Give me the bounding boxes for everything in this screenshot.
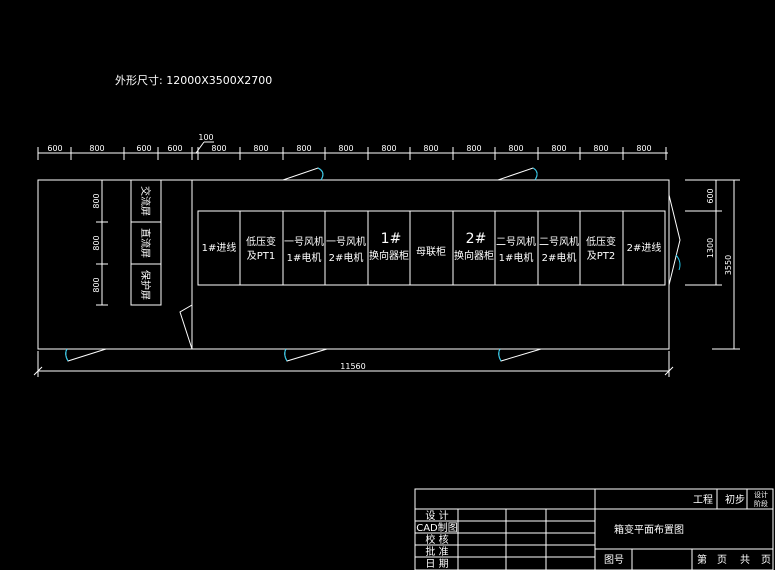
dim-label-100: 100 <box>198 133 213 142</box>
dim-label: 800 <box>423 144 438 153</box>
right-dim-label: 1300 <box>706 238 715 258</box>
cabinet-3-line2: 1#电机 <box>287 251 322 264</box>
cabinet-5-line1: 1# <box>381 231 402 247</box>
cabinet-8-line2: 1#电机 <box>499 251 534 264</box>
cabinet-2-line1: 低压变 <box>246 235 276 248</box>
cabinet-7-line2: 换向器柜 <box>454 249 494 262</box>
screen-dim-label: 800 <box>92 235 101 250</box>
cad-drawing-canvas: 外形尺寸: 12000X3500X2700 600 800 600 600 80… <box>0 0 775 570</box>
cabinet-6-label: 母联柜 <box>416 245 446 258</box>
screen-dim-label: 800 <box>92 277 101 292</box>
cabinet-10-line1: 低压变 <box>586 235 616 248</box>
right-dim-label: 3550 <box>724 255 733 275</box>
tb-page-c: 共 <box>740 554 750 566</box>
tb-row-label: CAD制图 <box>416 521 458 534</box>
tb-row-label: 批 准 <box>425 545 448 558</box>
dim-label: 800 <box>381 144 396 153</box>
dim-label: 600 <box>167 144 182 153</box>
cabinet-4-line2: 2#电机 <box>329 251 364 264</box>
dim-label: 800 <box>636 144 651 153</box>
dim-label: 800 <box>593 144 608 153</box>
cabinet-9-line1: 二号风机 <box>539 235 579 248</box>
overall-size-note: 外形尺寸: 12000X3500X2700 <box>115 73 272 87</box>
dim-label: 800 <box>253 144 268 153</box>
dim-label: 800 <box>551 144 566 153</box>
dim-label: 600 <box>136 144 151 153</box>
dim-label: 800 <box>89 144 104 153</box>
dim-label: 800 <box>466 144 481 153</box>
cabinet-5-line2: 换向器柜 <box>369 249 409 262</box>
tb-drawing-no: 图号 <box>604 554 624 566</box>
tb-stage2-b: 阶段 <box>754 499 768 508</box>
tb-project: 工程 <box>693 494 713 506</box>
tb-page-a: 第 <box>697 553 707 566</box>
dim-label: 600 <box>47 144 62 153</box>
right-dim-label: 600 <box>706 188 715 203</box>
dim-label: 800 <box>211 144 226 153</box>
tb-stage1: 初步 <box>725 493 745 506</box>
cabinet-3-line1: 一号风机 <box>284 235 324 248</box>
cabinet-1-label: 1#进线 <box>202 241 237 254</box>
total-length-label: 11560 <box>340 362 365 371</box>
cabinet-10-line2: 及PT2 <box>587 250 616 262</box>
cabinet-8-line1: 二号风机 <box>496 235 536 248</box>
screen-dim-label: 800 <box>92 193 101 208</box>
dim-label: 800 <box>338 144 353 153</box>
dim-label: 800 <box>508 144 523 153</box>
top-dimension-labels: 600 800 600 600 800 800 800 800 800 800 … <box>47 133 651 153</box>
tb-page-b: 页 <box>717 554 727 566</box>
screen-label-protection: 保护屏 <box>139 270 152 300</box>
cabinet-11-label: 2#进线 <box>627 241 662 254</box>
dim-label: 800 <box>296 144 311 153</box>
screen-label-dc: 直流屏 <box>139 228 152 258</box>
screens-block <box>96 179 162 306</box>
cabinet-7-line1: 2# <box>466 231 487 247</box>
cabinet-9-line2: 2#电机 <box>542 251 577 264</box>
tb-drawing-title: 箱变平面布置图 <box>614 523 684 536</box>
tb-stage2-a: 设计 <box>754 490 768 499</box>
tb-row-label: 日 期 <box>425 558 448 570</box>
tb-row-label: 设 计 <box>425 509 448 522</box>
cabinet-2-line2: 及PT1 <box>247 250 276 262</box>
tb-row-label: 校 核 <box>425 533 448 546</box>
cabinet-4-line1: 一号风机 <box>326 235 366 248</box>
tb-page-d: 页 <box>761 554 771 566</box>
screen-label-ac: 交流屏 <box>139 186 152 216</box>
